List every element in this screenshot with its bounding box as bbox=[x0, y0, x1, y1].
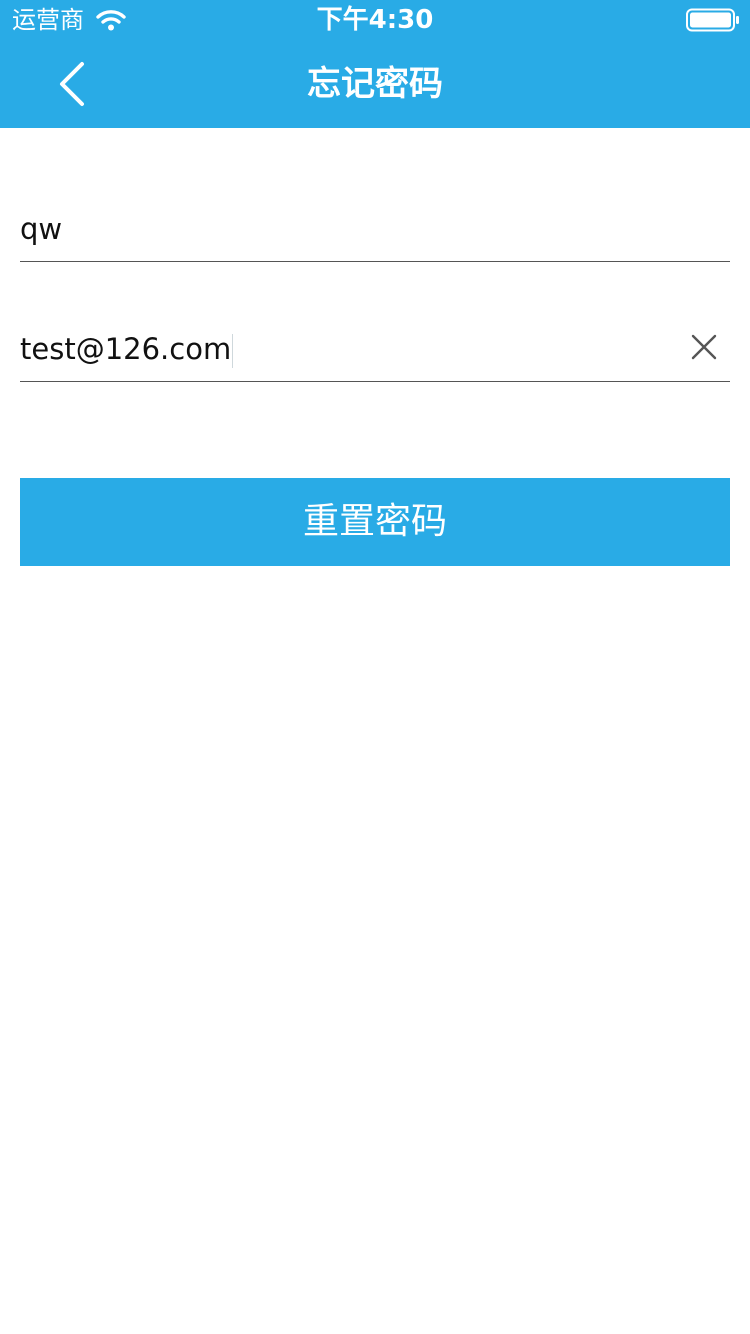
reset-password-button[interactable]: 重置密码 bbox=[20, 478, 730, 566]
email-field[interactable]: test@126.com bbox=[20, 311, 730, 382]
username-input-value: qw bbox=[20, 212, 63, 246]
clear-email-button[interactable] bbox=[684, 327, 724, 367]
back-button[interactable] bbox=[46, 58, 98, 110]
battery-icon bbox=[686, 8, 739, 32]
chevron-left-icon bbox=[60, 62, 84, 106]
email-value-text: test@126.com bbox=[20, 332, 232, 366]
text-caret bbox=[232, 334, 234, 368]
status-bar: 运营商 下午4:30 bbox=[0, 0, 750, 40]
username-field[interactable]: qw bbox=[20, 191, 730, 262]
email-input-value: test@126.com bbox=[20, 329, 234, 369]
page-title: 忘记密码 bbox=[307, 64, 443, 104]
close-icon bbox=[691, 334, 717, 360]
status-time: 下午4:30 bbox=[316, 5, 434, 35]
header: 运营商 下午4:30 忘记密码 bbox=[0, 0, 750, 128]
navigation-bar: 忘记密码 bbox=[0, 40, 750, 128]
